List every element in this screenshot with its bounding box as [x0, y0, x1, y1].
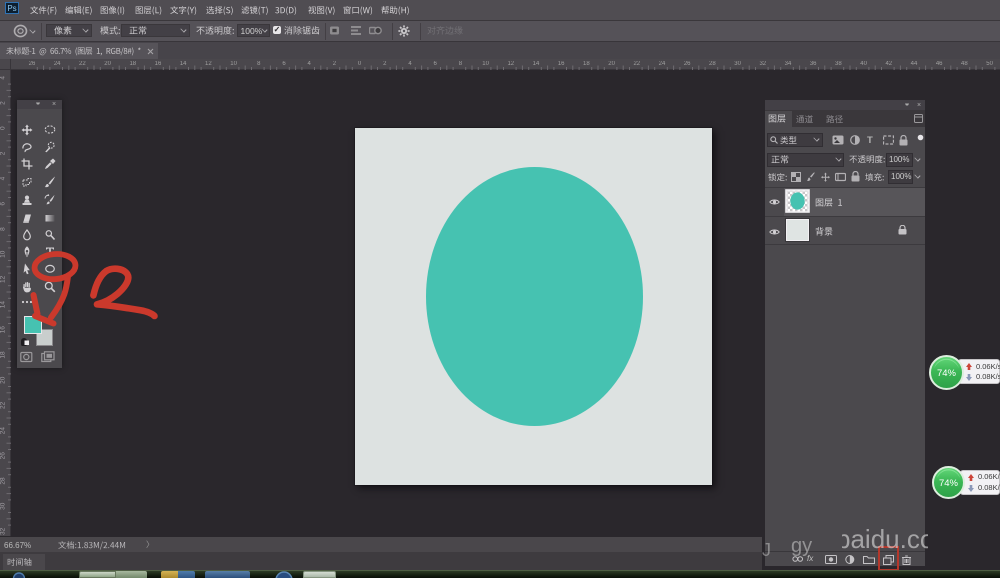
- svg-text:16: 16: [0, 326, 7, 334]
- svg-text:4: 4: [0, 176, 7, 180]
- svg-text:26: 26: [0, 452, 7, 460]
- svg-text:2: 2: [0, 101, 7, 105]
- svg-text:6: 6: [0, 202, 7, 206]
- svg-text:20: 20: [0, 376, 7, 384]
- svg-text:14: 14: [0, 301, 7, 309]
- svg-text:22: 22: [0, 401, 7, 409]
- svg-text:74%: 74%: [937, 368, 957, 379]
- svg-text:30: 30: [0, 502, 7, 510]
- svg-text:18: 18: [0, 351, 7, 359]
- svg-text:8: 8: [0, 227, 7, 231]
- svg-text:2: 2: [0, 151, 7, 155]
- svg-text:32: 32: [0, 527, 7, 535]
- svg-text:12: 12: [0, 275, 7, 283]
- svg-text:0: 0: [0, 126, 7, 130]
- svg-text:74%: 74%: [938, 478, 958, 489]
- svg-text:10: 10: [0, 250, 7, 258]
- svg-text:4: 4: [0, 76, 7, 80]
- svg-text:28: 28: [0, 477, 7, 485]
- svg-text:24: 24: [0, 427, 7, 435]
